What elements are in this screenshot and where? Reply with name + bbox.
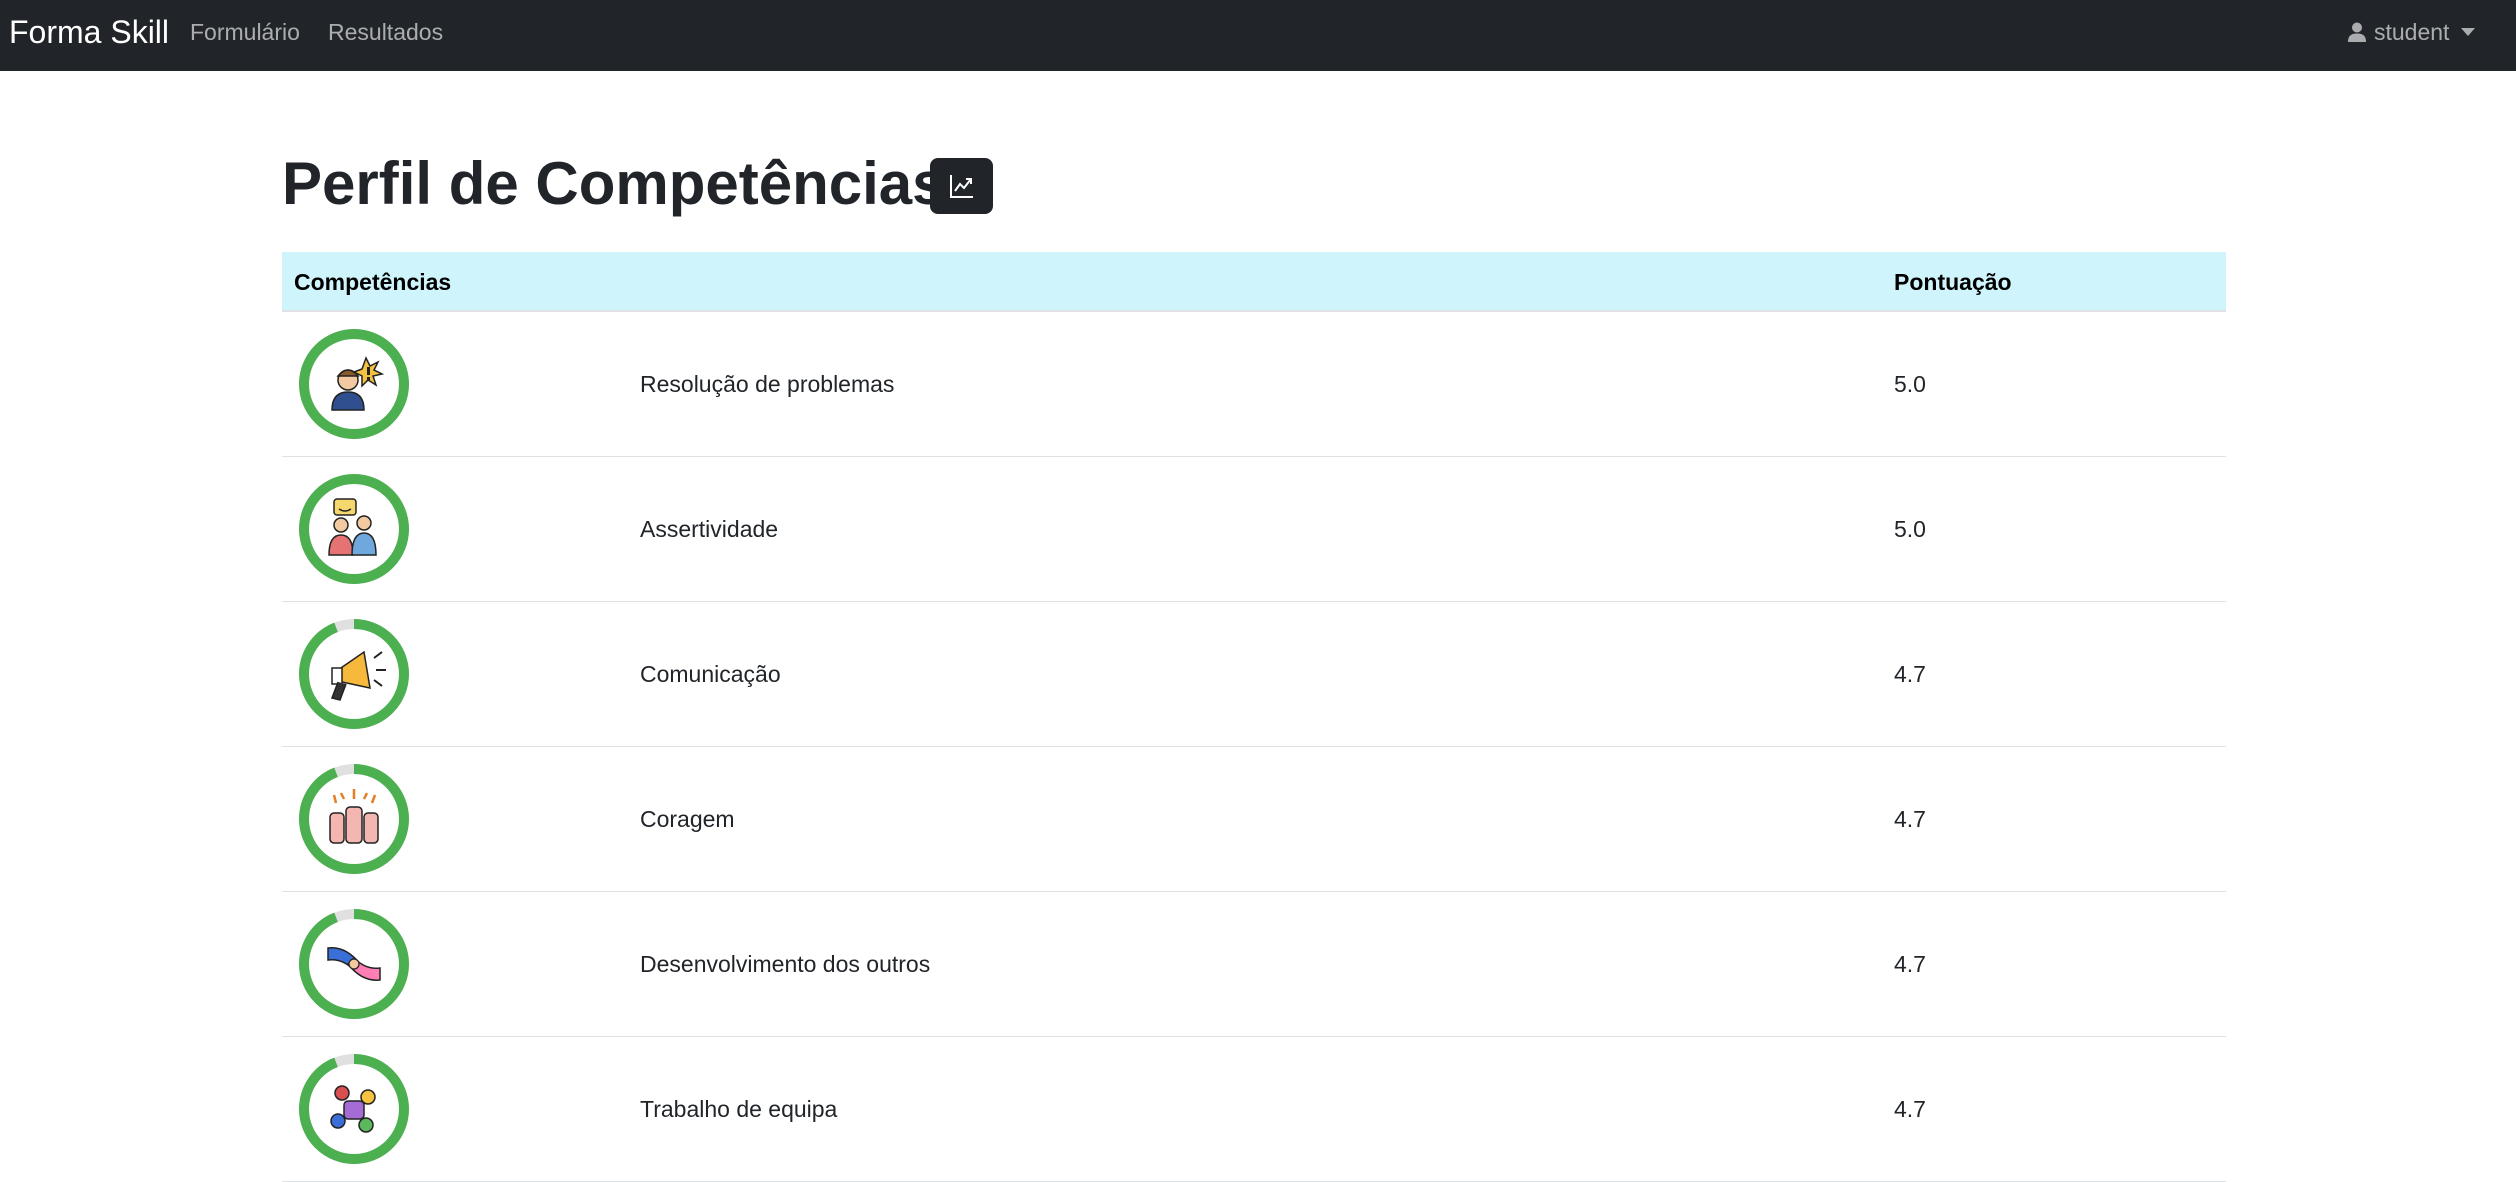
user-name: student [2374,18,2450,45]
header-competencias: Competências [294,269,452,295]
user-icon [2348,22,2366,42]
score-ring [299,474,409,584]
table-row: Trabalho de equipa 4.7 [282,1037,2226,1182]
skill-name: Desenvolvimento dos outros [640,951,931,977]
skill-name: Coragem [640,806,735,832]
user-dropdown[interactable]: student [2348,16,2476,48]
chart-button[interactable] [930,158,993,214]
table-row: Desenvolvimento dos outros 4.7 [282,892,2226,1037]
score-ring [299,764,409,874]
table-row: Assertividade 5.0 [282,457,2226,602]
page-title: Perfil de Competências [282,150,946,217]
skill-score: 4.7 [1894,806,1926,832]
skill-score: 4.7 [1894,951,1926,977]
skill-score: 5.0 [1894,371,1926,397]
skill-name: Resolução de problemas [640,371,895,397]
score-ring [299,619,409,729]
skill-score: 5.0 [1894,516,1926,542]
table-row: Comunicação 4.7 [282,602,2226,747]
skill-name: Assertividade [640,516,779,542]
table-header: Competências Pontuação [282,252,2226,312]
score-ring [299,329,409,439]
score-ring [299,1054,409,1164]
brand-link[interactable]: Forma Skill [9,12,169,52]
table-row: Coragem 4.7 [282,747,2226,892]
top-navbar: Forma Skill Formulário Resultados studen… [0,0,2516,71]
header-pontuacao: Pontuação [1894,269,2012,295]
line-chart-icon [949,175,973,198]
nav-link-formulario[interactable]: Formulário [190,16,300,48]
skills-table: Competências Pontuação Resolução de prob… [282,252,2226,1182]
skill-score: 4.7 [1894,661,1926,687]
skill-name: Comunicação [640,661,781,687]
skill-score: 4.7 [1894,1096,1926,1122]
nav-link-resultados[interactable]: Resultados [328,16,443,48]
caret-down-icon [2461,28,2476,36]
skill-name: Trabalho de equipa [640,1096,838,1122]
score-ring [299,909,409,1019]
table-row: Resolução de problemas 5.0 [282,312,2226,457]
